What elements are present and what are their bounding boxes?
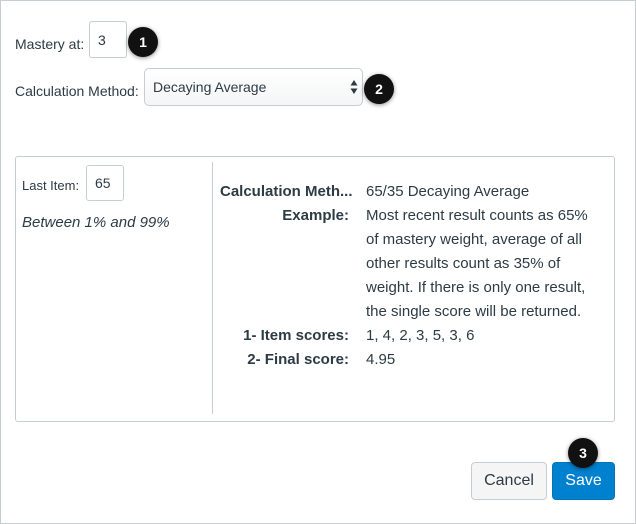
select-arrows-icon	[350, 80, 358, 94]
calculation-method-label: Calculation Method:	[15, 83, 139, 99]
detail-row-item-scores: 1- Item scores: 1, 4, 2, 3, 5, 3, 6	[220, 324, 615, 348]
last-item-label: Last Item:	[22, 178, 80, 193]
last-item-hint: Between 1% and 99%	[22, 214, 170, 231]
details-list: Calculation Meth... 65/35 Decaying Avera…	[220, 180, 615, 372]
detail-desc: 4.95	[366, 351, 396, 368]
detail-row-example: Example: Most recent result counts as 65…	[220, 204, 615, 324]
mastery-value: 3	[98, 31, 106, 48]
calculation-method-value: Decaying Average	[153, 79, 267, 95]
callout-badge-3: 3	[568, 438, 598, 468]
detail-desc: Most recent result counts as 65% of mast…	[366, 207, 588, 320]
detail-term: 1- Item scores:	[243, 327, 349, 344]
mastery-input[interactable]: 3	[89, 21, 127, 58]
last-item-value: 65	[95, 175, 111, 191]
panel-divider	[212, 162, 213, 414]
detail-term: Calculation Meth...	[220, 183, 353, 200]
detail-row-final-score: 2- Final score: 4.95	[220, 348, 615, 372]
detail-desc: 1, 4, 2, 3, 5, 3, 6	[366, 327, 475, 344]
calculation-method-select[interactable]: Decaying Average	[144, 68, 363, 106]
callout-badge-1: 1	[128, 27, 158, 57]
callout-badge-2: 2	[364, 74, 394, 104]
detail-desc: 65/35 Decaying Average	[366, 183, 530, 200]
cancel-button[interactable]: Cancel	[471, 462, 547, 500]
last-item-input[interactable]: 65	[86, 165, 124, 201]
detail-term: Example:	[282, 207, 349, 224]
detail-term: 2- Final score:	[247, 351, 349, 368]
mastery-label: Mastery at:	[15, 36, 85, 52]
detail-row-method: Calculation Meth... 65/35 Decaying Avera…	[220, 180, 615, 204]
